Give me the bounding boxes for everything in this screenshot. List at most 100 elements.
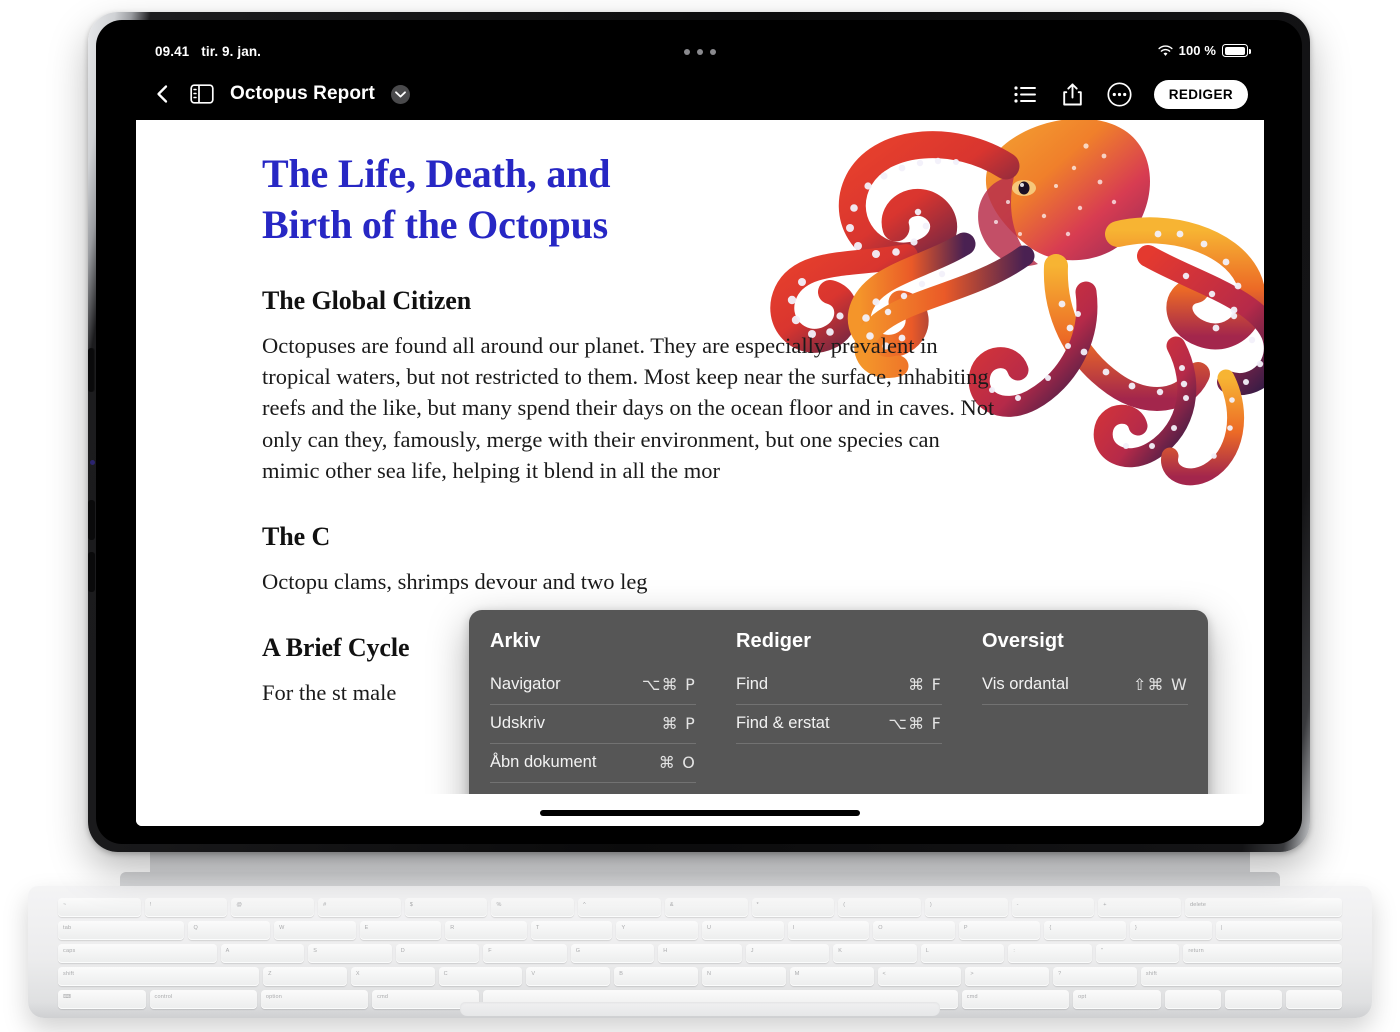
menu-item-shortcut: ⌥⌘ P (642, 675, 696, 694)
edit-button[interactable]: REDIGER (1153, 79, 1248, 109)
key[interactable]: " (1095, 944, 1180, 963)
key[interactable]: F (483, 944, 567, 963)
volume-up-button[interactable] (88, 348, 95, 392)
keyboard-row[interactable]: shift Z X C V B N M < >? shift (58, 967, 1342, 986)
key[interactable]: E (359, 921, 442, 940)
chevron-down-icon[interactable] (390, 84, 410, 104)
battery-icon (1222, 44, 1251, 57)
key[interactable]: < (877, 967, 962, 986)
key-shift-left[interactable]: shift (58, 967, 260, 986)
key[interactable]: L (920, 944, 1005, 963)
key[interactable]: V (526, 967, 611, 986)
key-arrow-right[interactable] (1285, 990, 1343, 1009)
key[interactable]: ( (838, 898, 921, 917)
key[interactable]: Z (263, 967, 347, 986)
key-tab[interactable]: tab (58, 921, 185, 940)
key-command-right[interactable]: cmd (961, 990, 1070, 1009)
status-bar: 09.41 tir. 9. jan. 100 % (136, 38, 1264, 68)
key[interactable]: ~ (58, 898, 141, 917)
key[interactable]: W (274, 921, 356, 940)
key-arrow-updown[interactable] (1225, 990, 1282, 1009)
key[interactable]: ^ (578, 898, 661, 917)
menu-item-navigator[interactable]: Navigator ⌥⌘ P (490, 666, 696, 705)
key-option-right[interactable]: opt (1073, 990, 1161, 1009)
key[interactable]: } (1130, 921, 1212, 940)
key[interactable]: O (873, 921, 955, 940)
back-chevron-icon[interactable] (152, 83, 174, 105)
key-delete[interactable]: delete (1184, 898, 1343, 917)
key[interactable]: & (664, 898, 748, 917)
key-shift-right[interactable]: shift (1140, 967, 1342, 986)
key[interactable]: D (395, 944, 480, 963)
key[interactable]: % (491, 898, 575, 917)
menu-item-find-erstat[interactable]: Find & erstat ⌥⌘ F (736, 705, 942, 744)
menu-item-shortcut: ⇧⌘ W (1132, 675, 1188, 694)
key-return[interactable]: return (1183, 944, 1343, 963)
key-arrow-left[interactable] (1164, 990, 1222, 1009)
key[interactable]: : (1008, 944, 1092, 963)
key[interactable]: - (1011, 898, 1095, 917)
menu-item-label: Navigator (490, 675, 561, 693)
key[interactable]: X (350, 967, 435, 986)
volume-down-button[interactable] (88, 500, 95, 540)
key-option[interactable]: option (260, 990, 369, 1009)
key[interactable]: ) (924, 898, 1008, 917)
key[interactable]: I (787, 921, 870, 940)
menu-item-abn-dokument[interactable]: Åbn dokument ⌘ O (490, 744, 696, 783)
key[interactable]: M (789, 967, 874, 986)
key[interactable]: T (530, 921, 613, 940)
key[interactable]: # (318, 898, 401, 917)
key[interactable]: A (220, 944, 305, 963)
key[interactable]: @ (231, 898, 315, 917)
key[interactable]: K (833, 944, 917, 963)
keyboard-row[interactable]: tab Q W E R T Y U I O P{} | (58, 921, 1343, 940)
column-title: Rediger (736, 630, 812, 652)
menu-item-find[interactable]: Find ⌘ F (736, 666, 942, 705)
keyboard-keys[interactable]: ~! @ # $% ^ & *() - + delete tab Q W E R T Y U I O P{} | cap… (58, 898, 1343, 1009)
ipad-screen: 09.41 tir. 9. jan. 100 % Octopus Report … (136, 38, 1264, 826)
key[interactable]: G (570, 944, 655, 963)
list-icon[interactable] (1013, 82, 1038, 107)
key[interactable]: Y (616, 921, 699, 940)
power-button[interactable] (88, 552, 95, 592)
key-control[interactable]: control (149, 990, 257, 1009)
key[interactable]: B (614, 967, 698, 986)
column-title: Oversigt (982, 630, 1064, 652)
key[interactable]: ? (1053, 967, 1137, 986)
key[interactable]: U (702, 921, 784, 940)
key-caps-lock[interactable]: caps (58, 944, 217, 963)
key[interactable]: $ (404, 898, 488, 917)
document-page[interactable]: The Life, Death, and Birth of the Octopu… (136, 120, 1264, 826)
key[interactable]: + (1098, 898, 1181, 917)
key[interactable]: R (445, 921, 527, 940)
menu-item-vis-ordantal[interactable]: Vis ordantal ⇧⌘ W (982, 666, 1188, 705)
menu-item-label: Udskriv (490, 714, 546, 732)
menu-item-label: Find & erstat (736, 714, 830, 732)
key[interactable]: * (751, 898, 835, 917)
key[interactable]: J (745, 944, 830, 963)
keyboard-row[interactable]: ~! @ # $% ^ & *() - + delete (58, 898, 1343, 917)
key[interactable]: | (1215, 921, 1343, 940)
key[interactable]: { (1044, 921, 1126, 940)
key[interactable]: Q (188, 921, 271, 940)
menu-item-udskriv[interactable]: Udskriv ⌘ P (490, 705, 696, 744)
sidebar-toggle-icon[interactable] (190, 84, 214, 104)
menu-item-shortcut: ⌘ F (908, 675, 942, 694)
more-ellipsis-icon[interactable] (1107, 81, 1132, 107)
key[interactable]: S (308, 944, 392, 963)
home-indicator[interactable] (540, 810, 860, 816)
key[interactable]: C (438, 967, 523, 986)
key[interactable]: N (701, 967, 786, 986)
key[interactable]: > (965, 967, 1050, 986)
menu-item-label: Find (736, 675, 769, 693)
wifi-icon (1158, 44, 1173, 56)
keyboard-row[interactable]: caps A S D F G H J K L: " return (58, 944, 1343, 963)
key[interactable]: H (658, 944, 742, 963)
key-globe[interactable]: ⌨ (58, 990, 146, 1009)
multitask-dots-icon[interactable] (684, 49, 716, 55)
share-icon[interactable] (1060, 82, 1085, 107)
key[interactable]: P (958, 921, 1041, 940)
trackpad[interactable] (460, 1002, 940, 1016)
key[interactable]: ! (144, 898, 228, 917)
page-title: The Life, Death, and Birth of the Octopu… (262, 148, 692, 250)
